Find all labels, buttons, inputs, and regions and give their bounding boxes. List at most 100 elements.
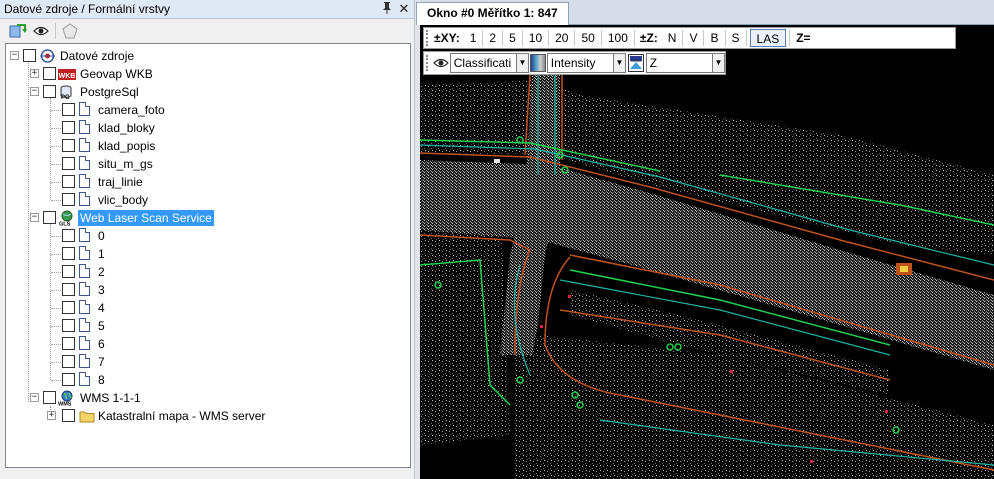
- checkbox[interactable]: [62, 121, 75, 134]
- checkbox[interactable]: [62, 175, 75, 188]
- checkbox[interactable]: [43, 67, 56, 80]
- xy-step-button[interactable]: 50: [575, 29, 600, 47]
- checkbox[interactable]: [43, 85, 56, 98]
- tree-node-layer[interactable]: 2: [6, 263, 406, 281]
- xy-step-button[interactable]: 1: [464, 29, 483, 47]
- tree-node-table[interactable]: traj_linie: [6, 173, 406, 191]
- tree-label[interactable]: 3: [96, 282, 107, 298]
- eye-icon[interactable]: [432, 54, 450, 72]
- tree-node-root[interactable]: − Datové zdroje: [6, 47, 406, 65]
- checkbox[interactable]: [62, 409, 75, 422]
- tree-label[interactable]: PostgreSql: [78, 84, 141, 100]
- tree-label[interactable]: klad_popis: [96, 138, 157, 154]
- chevron-down-icon[interactable]: ▼: [612, 54, 625, 72]
- tree-node-table[interactable]: situ_m_gs: [6, 155, 406, 173]
- intensity-select[interactable]: Intensity ▼: [546, 53, 626, 73]
- refresh-icon[interactable]: [8, 22, 28, 40]
- tab-map-window[interactable]: Okno #0 Měřítko 1: 847: [416, 2, 569, 25]
- classification-select[interactable]: Classificati ▼: [449, 53, 529, 73]
- checkbox[interactable]: [62, 139, 75, 152]
- checkbox[interactable]: [62, 283, 75, 296]
- checkbox[interactable]: [62, 247, 75, 260]
- checkbox[interactable]: [62, 193, 75, 206]
- checkbox[interactable]: [62, 229, 75, 242]
- tree-node-table[interactable]: klad_popis: [6, 137, 406, 155]
- tree-label[interactable]: 4: [96, 300, 107, 316]
- expand-icon[interactable]: +: [47, 411, 56, 420]
- tree-label[interactable]: WMS 1-1-1: [78, 390, 143, 406]
- tree-label[interactable]: klad_bloky: [96, 120, 157, 136]
- tree-node-table[interactable]: klad_bloky: [6, 119, 406, 137]
- tree-label[interactable]: traj_linie: [96, 174, 145, 190]
- tree-node-geovap[interactable]: + WKB Geovap WKB: [6, 65, 406, 83]
- checkbox[interactable]: [62, 355, 75, 368]
- tree-label[interactable]: Katastralní mapa - WMS server: [96, 408, 267, 424]
- pentagon-icon[interactable]: [60, 22, 80, 40]
- tree-label[interactable]: situ_m_gs: [96, 156, 155, 172]
- tree-node-table[interactable]: camera_foto: [6, 101, 406, 119]
- chevron-down-icon[interactable]: ▼: [515, 54, 528, 72]
- tree-node-layer[interactable]: 4: [6, 299, 406, 317]
- tree-label[interactable]: 1: [96, 246, 107, 262]
- checkbox[interactable]: [62, 157, 75, 170]
- tree-label[interactable]: 2: [96, 264, 107, 280]
- view-b-button[interactable]: B: [704, 29, 724, 47]
- tree-node-postgresql[interactable]: − PG PostgreSql: [6, 83, 406, 101]
- collapse-icon[interactable]: −: [30, 213, 39, 222]
- expand-icon[interactable]: +: [30, 69, 39, 78]
- tree-node-wms-layer[interactable]: + Katastralní mapa - WMS server: [6, 407, 406, 425]
- panel-toolbar: [0, 20, 414, 42]
- checkbox[interactable]: [62, 301, 75, 314]
- globe-service-icon: GLS: [58, 210, 75, 228]
- checkbox[interactable]: [62, 319, 75, 332]
- collapse-icon[interactable]: −: [30, 87, 39, 96]
- tree-label[interactable]: 0: [96, 228, 107, 244]
- z-select[interactable]: Z ▼: [645, 53, 725, 73]
- datasource-tree: − Datové zdroje + WKB Geovap WKB − PG Po…: [5, 43, 411, 468]
- tree-node-layer[interactable]: 7: [6, 353, 406, 371]
- tree-node-layer[interactable]: 0: [6, 227, 406, 245]
- tree-node-layer[interactable]: 1: [6, 245, 406, 263]
- tree-label[interactable]: 8: [96, 372, 107, 388]
- tree-label[interactable]: vlic_body: [96, 192, 150, 208]
- xy-step-button[interactable]: 2: [483, 29, 502, 47]
- tree-node-wlss[interactable]: − GLS Web Laser Scan Service: [6, 209, 406, 228]
- eye-icon[interactable]: [31, 22, 51, 40]
- tree-label[interactable]: 6: [96, 336, 107, 352]
- view-n-button[interactable]: N: [662, 29, 683, 47]
- map-canvas[interactable]: [420, 25, 994, 479]
- tree-label[interactable]: 5: [96, 318, 107, 334]
- collapse-icon[interactable]: −: [30, 393, 39, 402]
- tree-node-layer[interactable]: 5: [6, 317, 406, 335]
- view-v-button[interactable]: V: [683, 29, 703, 47]
- checkbox[interactable]: [43, 211, 56, 224]
- tree-label[interactable]: camera_foto: [96, 102, 167, 118]
- close-icon[interactable]: ✕: [396, 1, 412, 17]
- checkbox[interactable]: [62, 337, 75, 350]
- xy-step-button[interactable]: 20: [549, 29, 574, 47]
- tree-label[interactable]: Datové zdroje: [58, 48, 136, 64]
- z-value-label[interactable]: Z=: [790, 31, 814, 45]
- tree-node-wms[interactable]: − WMS WMS 1-1-1: [6, 389, 406, 408]
- view-s-button[interactable]: S: [726, 29, 746, 47]
- checkbox[interactable]: [23, 49, 36, 62]
- tree-node-table[interactable]: vlic_body: [6, 191, 406, 209]
- xy-step-button[interactable]: 100: [602, 29, 634, 47]
- tree-node-layer[interactable]: 8: [6, 371, 406, 389]
- xy-step-button[interactable]: 10: [523, 29, 548, 47]
- tree-node-layer[interactable]: 6: [6, 335, 406, 353]
- xy-step-button[interactable]: 5: [503, 29, 522, 47]
- checkbox[interactable]: [62, 103, 75, 116]
- pin-icon[interactable]: [379, 1, 395, 17]
- tree-label[interactable]: Geovap WKB: [78, 66, 155, 82]
- checkbox[interactable]: [62, 265, 75, 278]
- tree-node-layer[interactable]: 3: [6, 281, 406, 299]
- chevron-down-icon[interactable]: ▼: [711, 54, 724, 72]
- tree-label-selected[interactable]: Web Laser Scan Service: [78, 210, 214, 226]
- checkbox[interactable]: [43, 391, 56, 404]
- collapse-icon[interactable]: −: [10, 51, 19, 60]
- checkbox[interactable]: [62, 373, 75, 386]
- tree-label[interactable]: 7: [96, 354, 107, 370]
- tree-connector: [51, 272, 61, 273]
- las-toggle-button[interactable]: LAS: [749, 29, 787, 47]
